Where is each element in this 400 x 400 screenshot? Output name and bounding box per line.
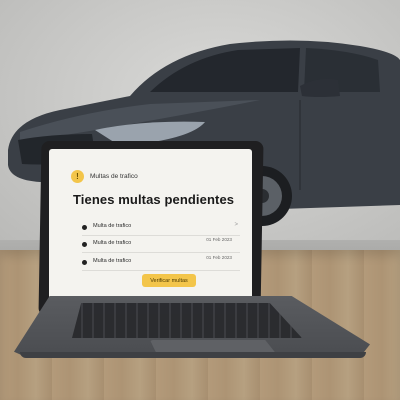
app-header-title: Multas de trafico [90,173,138,180]
verify-fines-button[interactable]: Verificar multas [142,274,196,287]
fine-label: Multa de trafico [93,223,132,229]
fine-list-item[interactable]: Multa de trafico 01 Feb 2023 [82,237,240,253]
app-header: ! Multas de trafico [71,170,138,183]
fine-date: 01 Feb 2023 [206,255,232,260]
bullet-icon [82,242,87,247]
page-title: Tienes multas pendientes [73,192,235,207]
keyboard [72,303,302,338]
bullet-icon [82,225,87,230]
fine-label: Multa de trafico [93,240,132,246]
fine-label: Multa de trafico [93,258,132,264]
fine-date: 01 Feb 2023 [206,237,232,242]
laptop-screen: ! Multas de trafico Tienes multas pendie… [49,149,252,307]
fine-list-item[interactable]: Multa de trafico > [82,221,240,236]
bullet-icon [82,260,87,265]
chevron-right-icon: > [234,222,238,228]
laptop-front-edge [20,352,366,358]
laptop: ! Multas de trafico Tienes multas pendie… [0,0,400,400]
warning-icon: ! [71,170,84,183]
fine-list-item[interactable]: Multa de trafico 01 Feb 2023 [82,255,240,271]
